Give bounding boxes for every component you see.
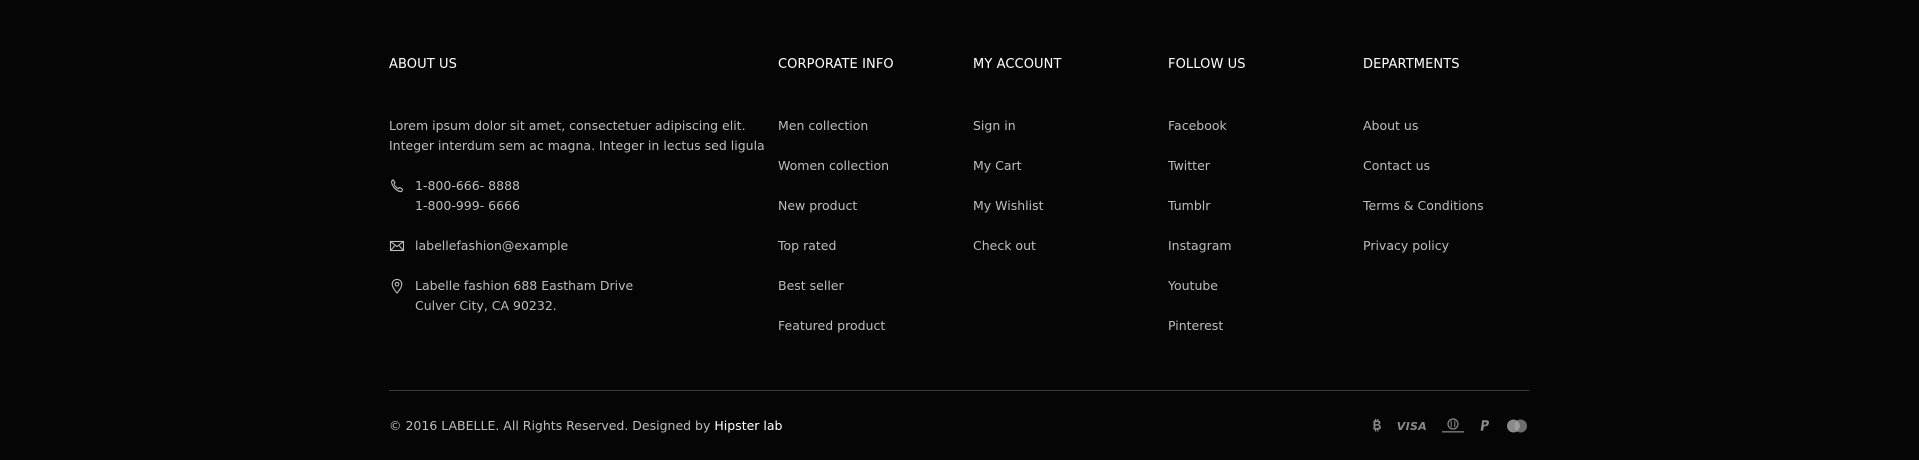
link-sign-in[interactable]: Sign in [973, 116, 1044, 156]
link-pinterest[interactable]: Pinterest [1168, 316, 1232, 356]
phone-icon [389, 178, 405, 194]
link-my-wishlist[interactable]: My Wishlist [973, 196, 1044, 236]
diners-club-icon [1441, 416, 1465, 436]
envelope-icon [389, 238, 405, 254]
email-address[interactable]: labellefashion@example [415, 236, 568, 256]
link-contact-us[interactable]: Contact us [1363, 156, 1484, 196]
payment-methods: VISA [1371, 416, 1529, 436]
my-account-column: MY ACCOUNT Sign in My Cart My Wishlist C… [973, 56, 1153, 253]
about-heading: ABOUT US [389, 57, 457, 72]
my-account-heading: MY ACCOUNT [973, 57, 1062, 72]
paypal-icon [1479, 416, 1491, 436]
link-instagram[interactable]: Instagram [1168, 236, 1232, 276]
link-terms-conditions[interactable]: Terms & Conditions [1363, 196, 1484, 236]
phone-contact: 1-800-666- 8888 1-800-999- 6666 [389, 176, 520, 216]
departments-column: DEPARTMENTS About us Contact us Terms & … [1363, 56, 1543, 253]
corporate-info-column: CORPORATE INFO Men collection Women coll… [778, 56, 958, 333]
corporate-info-heading: CORPORATE INFO [778, 57, 894, 72]
link-new-product[interactable]: New product [778, 196, 889, 236]
link-privacy-policy[interactable]: Privacy policy [1363, 236, 1484, 276]
phone-number-1[interactable]: 1-800-666- 8888 [415, 176, 520, 196]
departments-links: About us Contact us Terms & Conditions P… [1363, 116, 1484, 276]
designer-link[interactable]: Hipster lab [714, 418, 782, 433]
link-men-collection[interactable]: Men collection [778, 116, 889, 156]
link-tumblr[interactable]: Tumblr [1168, 196, 1232, 236]
address-contact: Labelle fashion 688 Eastham Drive Culver… [389, 276, 633, 316]
mastercard-icon [1505, 416, 1529, 436]
follow-us-heading: FOLLOW US [1168, 57, 1246, 72]
address-line-2: Culver City, CA 90232. [415, 298, 557, 313]
link-youtube[interactable]: Youtube [1168, 276, 1232, 316]
departments-heading: DEPARTMENTS [1363, 57, 1460, 72]
link-my-cart[interactable]: My Cart [973, 156, 1044, 196]
map-pin-icon [389, 278, 405, 294]
about-description: Lorem ipsum dolor sit amet, consectetuer… [389, 118, 765, 153]
about-column: ABOUT US Lorem ipsum dolor sit amet, con… [389, 56, 769, 313]
phone-number-2[interactable]: 1-800-999- 6666 [415, 196, 520, 216]
link-twitter[interactable]: Twitter [1168, 156, 1232, 196]
visa-icon: VISA [1396, 419, 1427, 433]
link-best-seller[interactable]: Best seller [778, 276, 889, 316]
bitcoin-icon [1371, 416, 1383, 436]
corporate-info-links: Men collection Women collection New prod… [778, 116, 889, 356]
link-about-us[interactable]: About us [1363, 116, 1484, 156]
my-account-links: Sign in My Cart My Wishlist Check out [973, 116, 1044, 276]
link-check-out[interactable]: Check out [973, 236, 1044, 276]
address-line-1: Labelle fashion 688 Eastham Drive [415, 278, 634, 293]
footer-divider [389, 390, 1529, 391]
copyright-text: © 2016 LABELLE. All Rights Reserved. Des… [389, 416, 782, 436]
email-contact: labellefashion@example [389, 236, 568, 256]
follow-us-links: Facebook Twitter Tumblr Instagram Youtub… [1168, 116, 1232, 356]
site-footer: ABOUT US Lorem ipsum dolor sit amet, con… [389, 0, 1529, 460]
link-women-collection[interactable]: Women collection [778, 156, 889, 196]
link-facebook[interactable]: Facebook [1168, 116, 1232, 156]
copyright-label: © 2016 LABELLE. All Rights Reserved. Des… [389, 418, 715, 433]
follow-us-column: FOLLOW US Facebook Twitter Tumblr Instag… [1168, 56, 1348, 333]
link-featured-product[interactable]: Featured product [778, 316, 889, 356]
link-top-rated[interactable]: Top rated [778, 236, 889, 276]
